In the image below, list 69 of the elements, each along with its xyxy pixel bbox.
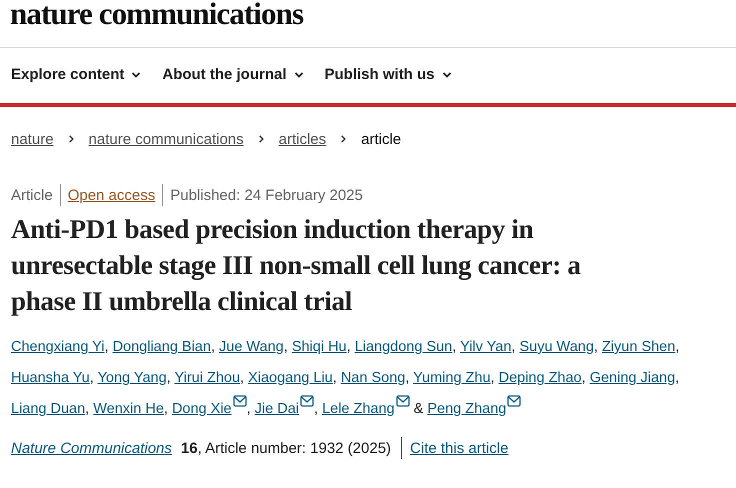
author-link[interactable]: Deping Zhao	[498, 370, 582, 386]
author-link[interactable]: Liangdong Sun	[354, 339, 452, 355]
chevron-right-icon	[66, 134, 76, 144]
author-separator: ,	[594, 339, 598, 355]
author-link[interactable]: Jue Wang	[219, 339, 284, 355]
author-separator: ,	[85, 401, 90, 417]
author-separator: ,	[314, 401, 318, 417]
breadcrumb-link[interactable]: articles	[278, 130, 326, 148]
cite-link[interactable]: Cite this article	[410, 440, 508, 456]
nav-menu-button[interactable]: About the journal	[162, 65, 304, 85]
journal-logo[interactable]: nature communications	[10, 0, 304, 29]
author-separator: ,	[675, 339, 680, 355]
author-link[interactable]: Yuming Zhu	[413, 370, 491, 386]
author-separator: ,	[284, 339, 288, 355]
author-link[interactable]: Xiaogang Liu	[248, 370, 333, 386]
author-separator: ,	[164, 401, 168, 417]
chevron-down-icon	[442, 70, 452, 80]
author-link[interactable]: Yilv Yan	[460, 339, 512, 355]
author-separator: ,	[490, 370, 495, 386]
nav-menu-button[interactable]: Publish with us	[324, 65, 452, 85]
author-link[interactable]: Dongliang Bian	[112, 339, 211, 355]
chevron-down-icon	[294, 70, 304, 80]
author-link[interactable]: Shiqi Hu	[292, 339, 347, 355]
chevron-right-icon	[256, 134, 266, 144]
article-title: Anti-PD1 based precision induction therapy in unresectable stage III non-small cell lung cancer: a phase II umbrella clinical trial	[11, 213, 582, 318]
author-link[interactable]: Yirui Zhou	[174, 370, 240, 386]
chevron-right-icon	[339, 134, 348, 144]
author-link[interactable]: Yong Yang	[98, 370, 167, 386]
author-link[interactable]: Peng Zhang	[427, 401, 506, 417]
author-separator: ,	[511, 339, 516, 355]
author-link[interactable]: Dong Xie	[172, 401, 232, 417]
author-separator: ,	[90, 370, 94, 386]
article-number: , Article number: 1932 (2025)	[198, 440, 392, 456]
author-link[interactable]: Nan Song	[340, 370, 406, 386]
author-link[interactable]: Huansha Yu	[11, 370, 90, 386]
breadcrumb-current: article	[361, 130, 402, 148]
author-separator: ,	[346, 339, 351, 355]
author-link[interactable]: Jie Dai	[254, 401, 299, 417]
author-separator: ,	[675, 370, 680, 386]
author-separator: ,	[104, 339, 109, 355]
author-separator: ,	[246, 401, 251, 417]
mail-icon[interactable]	[507, 395, 522, 407]
published-date: Published: 24 February 2025	[170, 186, 363, 204]
chevron-down-icon	[131, 70, 142, 80]
author-separator: ,	[210, 339, 215, 355]
author-link[interactable]: Lele Zhang	[322, 401, 395, 417]
author-separator: ,	[582, 370, 586, 386]
mail-icon[interactable]	[232, 395, 247, 407]
author-separator: &	[414, 401, 424, 417]
journal-link[interactable]: Nature Communications	[11, 440, 172, 456]
author-separator: ,	[332, 370, 337, 386]
volume-number: 16	[180, 440, 198, 456]
author-link[interactable]: Liang Duan	[11, 401, 86, 417]
open-access-link[interactable]: Open access	[68, 186, 156, 204]
nav-menu-button[interactable]: Explore content	[11, 65, 142, 85]
author-link[interactable]: Wenxin He	[93, 401, 164, 417]
author-link[interactable]: Gening Jiang	[590, 370, 676, 386]
author-link[interactable]: Ziyun Shen	[602, 339, 676, 355]
author-separator: ,	[405, 370, 410, 386]
article-type: Article	[11, 186, 53, 204]
author-separator: ,	[240, 370, 244, 386]
breadcrumb-link[interactable]: nature communications	[88, 130, 244, 148]
author-separator: ,	[452, 339, 456, 355]
author-link[interactable]: Suyu Wang	[519, 339, 594, 355]
mail-icon[interactable]	[300, 395, 314, 407]
author-separator: ,	[166, 370, 171, 386]
mail-icon[interactable]	[396, 395, 410, 407]
breadcrumb-link[interactable]: nature	[11, 130, 54, 148]
author-link[interactable]: Chengxiang Yi	[11, 339, 105, 355]
